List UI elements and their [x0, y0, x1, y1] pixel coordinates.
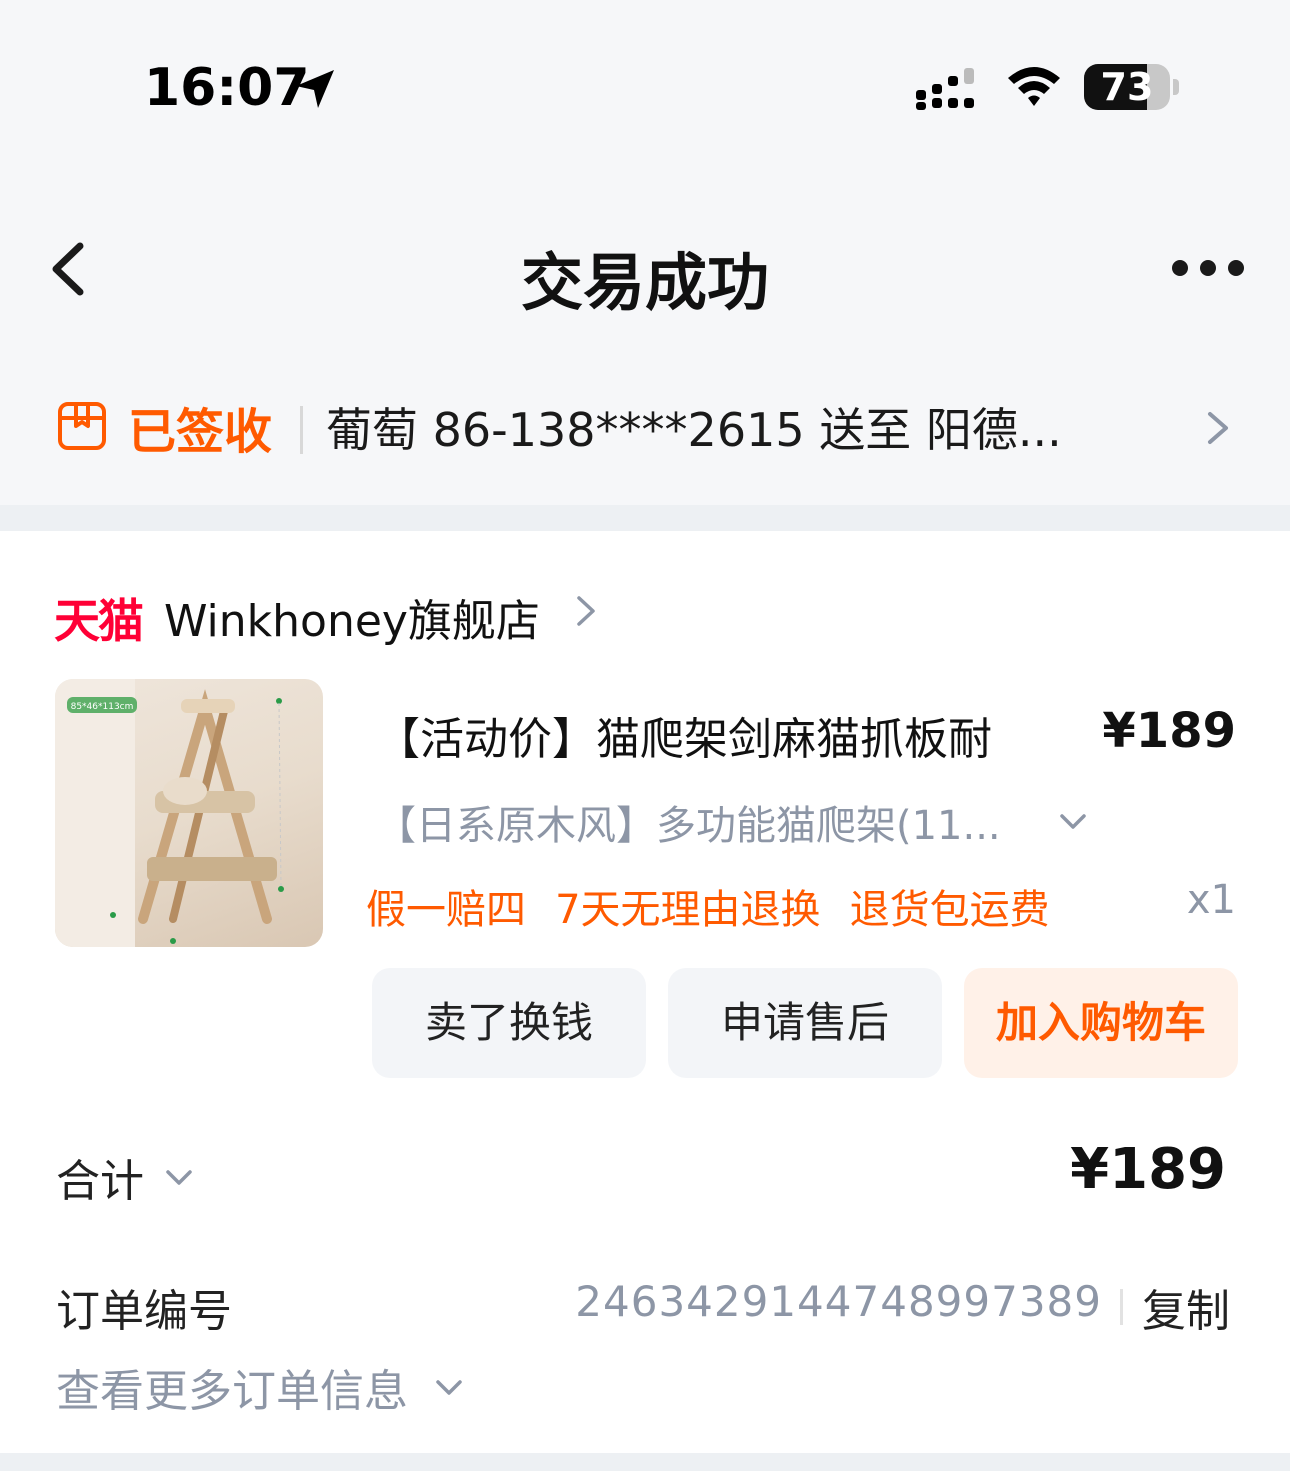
product-title[interactable]: 【活动价】猫爬架剑麻猫抓板耐	[376, 703, 992, 767]
copy-button[interactable]: 复制	[1142, 1275, 1230, 1339]
total-label[interactable]: 合计	[56, 1145, 144, 1209]
tmall-logo: 天猫	[54, 594, 144, 648]
total-chevron-down-icon[interactable]	[164, 1167, 194, 1189]
store-chevron-right-icon	[577, 596, 595, 626]
status-time: 16:07	[144, 58, 310, 118]
battery-body: 73	[1084, 64, 1170, 110]
more-order-info-link[interactable]: 查看更多订单信息	[56, 1355, 408, 1419]
status-bar: 16:07 73	[0, 0, 1290, 160]
section-divider	[0, 505, 1290, 531]
divider	[300, 406, 303, 454]
product-quantity: x1	[1186, 877, 1236, 923]
delivery-status-label: 已签收	[128, 404, 273, 460]
divider	[1120, 1289, 1123, 1325]
section-divider	[0, 1453, 1290, 1471]
guarantee-fake-compensation: 假一赔四	[366, 887, 526, 933]
wifi-icon	[1008, 67, 1060, 106]
signal-icon	[916, 68, 974, 110]
total-value: ¥189	[1070, 1137, 1226, 1202]
image-size-label: 85*46*113cm	[71, 702, 134, 712]
product-price: ¥189	[1102, 703, 1236, 759]
package-icon	[58, 402, 106, 450]
store-name: Winkhoney旗舰店	[164, 596, 540, 647]
recipient-info: 葡萄 86-138****2615 送至 阳德...	[326, 403, 1062, 457]
after-sale-button[interactable]: 申请售后	[668, 968, 942, 1078]
delivery-status-row[interactable]: 已签收 葡萄 86-138****2615 送至 阳德...	[0, 370, 1290, 480]
battery-icon: 73	[1084, 64, 1180, 110]
chevron-down-icon[interactable]	[1058, 811, 1088, 833]
sell-button[interactable]: 卖了换钱	[372, 968, 646, 1078]
order-number: 2463429144748997389	[575, 1277, 1102, 1326]
cat-tree-illustration: 85*46*113cm	[55, 679, 284, 947]
add-to-cart-button[interactable]: 加入购物车	[964, 968, 1238, 1078]
nav-bar: 交易成功	[0, 200, 1290, 340]
product-variant[interactable]: 【日系原木风】多功能猫爬架(11...	[376, 793, 1001, 851]
order-card: 天猫 Winkhoney旗舰店 85*46*113cm 【活动价】猫爬架剑麻猫抓…	[0, 531, 1290, 1453]
guarantee-7day-return: 7天无理由退换	[555, 887, 821, 933]
order-number-label: 订单编号	[56, 1286, 232, 1337]
location-arrow-icon	[296, 70, 334, 108]
chevron-right-icon	[1208, 412, 1228, 444]
battery-percent: 73	[1100, 65, 1154, 109]
guarantee-free-return-shipping: 退货包运费	[849, 887, 1050, 933]
product-image[interactable]: 85*46*113cm	[55, 679, 323, 947]
guarantee-tags: 假一赔四 7天无理由退换 退货包运费	[366, 877, 1074, 935]
more-dots-icon[interactable]	[1170, 256, 1246, 280]
page-title: 交易成功	[520, 246, 769, 319]
more-info-chevron-down-icon[interactable]	[434, 1377, 464, 1399]
battery-cap	[1173, 79, 1179, 95]
